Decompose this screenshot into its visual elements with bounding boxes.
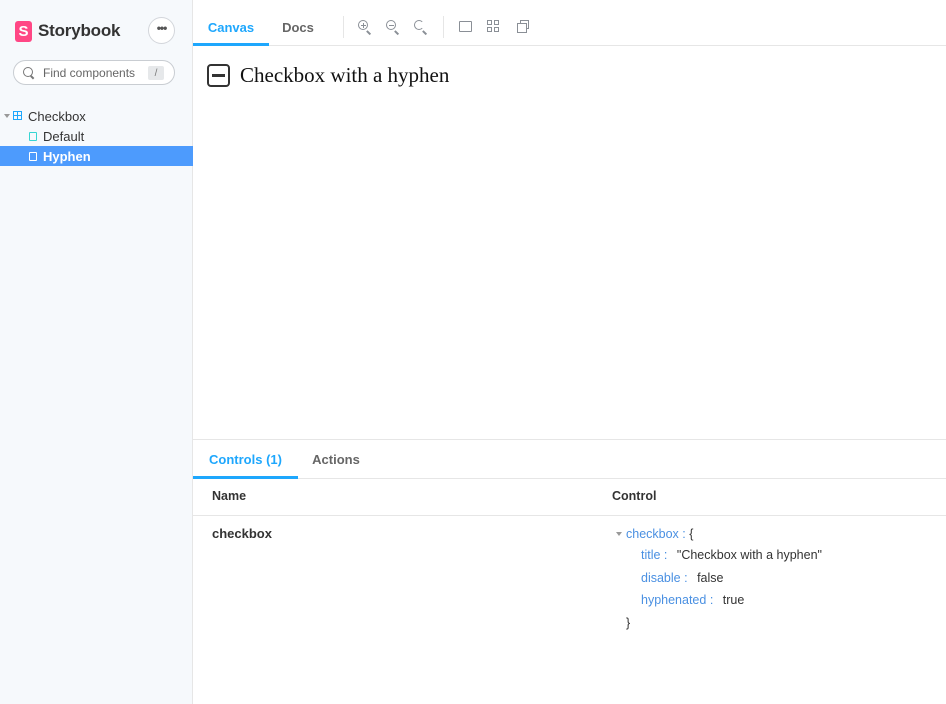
brand[interactable]: S Storybook [15, 20, 120, 42]
grid-icon[interactable] [486, 19, 502, 35]
tab-controls[interactable]: Controls (1) [193, 440, 298, 479]
tree-component-label: Checkbox [28, 109, 86, 124]
column-header-name: Name [212, 489, 247, 503]
outline-icon[interactable] [514, 19, 530, 35]
ellipsis-icon: ••• [156, 21, 168, 35]
component-icon [13, 111, 22, 120]
json-sep: : [678, 527, 686, 541]
toolbar-divider [343, 16, 344, 38]
json-value[interactable]: "Checkbox with a hyphen" [677, 548, 822, 562]
caret-down-icon[interactable] [616, 532, 622, 536]
tab-docs[interactable]: Docs [269, 9, 327, 46]
tree-story-default[interactable]: Default [0, 126, 193, 146]
json-key: checkbox [626, 527, 679, 541]
panel-tabs: Controls (1) Actions [193, 440, 946, 479]
tab-actions[interactable]: Actions [298, 440, 374, 479]
storybook-logo-icon: S [15, 20, 32, 42]
json-key: title [641, 548, 661, 562]
tree-story-hyphen[interactable]: Hyphen [0, 146, 193, 166]
json-sep: : [660, 548, 668, 562]
bookmark-icon [29, 132, 37, 141]
component-tree: Checkbox Default Hyphen [0, 106, 193, 166]
sidebar: S Storybook ••• / Checkbox Default Hyphe… [0, 0, 193, 704]
menu-button[interactable]: ••• [148, 17, 175, 44]
tab-canvas[interactable]: Canvas [193, 9, 269, 46]
toolbar-divider [443, 16, 444, 38]
json-field-hyphenated[interactable]: hyphenated : true [641, 593, 744, 607]
zoom-out-icon[interactable] [385, 19, 401, 35]
json-key: disable [641, 571, 681, 585]
tree-story-label: Default [43, 129, 85, 144]
json-field-disable[interactable]: disable : false [641, 571, 723, 585]
json-value[interactable]: true [723, 593, 745, 607]
json-sep: : [706, 593, 714, 607]
brand-name: Storybook [38, 21, 121, 40]
zoom-reset-icon[interactable] [413, 19, 429, 35]
tree-story-label: Hyphen [43, 149, 91, 164]
tree-component-checkbox[interactable]: Checkbox [0, 106, 193, 126]
json-close-brace: } [626, 616, 631, 630]
search-input[interactable] [43, 65, 143, 80]
json-sep: : [680, 571, 688, 585]
canvas-preview: Checkbox with a hyphen [193, 46, 946, 439]
checkbox-indeterminate[interactable] [207, 64, 230, 87]
column-header-control: Control [612, 489, 657, 503]
json-value[interactable]: false [697, 571, 723, 585]
header-divider [193, 515, 946, 516]
checkbox-label: Checkbox with a hyphen [240, 63, 450, 87]
search-icon [23, 66, 35, 79]
json-open-brace: { [689, 527, 694, 541]
search-shortcut-badge: / [148, 66, 164, 80]
bookmark-icon [29, 152, 37, 161]
json-key: hyphenated [641, 593, 707, 607]
caret-down-icon[interactable] [4, 114, 10, 118]
zoom-in-icon[interactable] [357, 19, 373, 35]
checkbox-component[interactable]: Checkbox with a hyphen [207, 63, 449, 88]
toolbar: Canvas Docs [193, 9, 946, 46]
json-field-title[interactable]: title : "Checkbox with a hyphen" [641, 548, 822, 562]
search-box[interactable]: / [13, 60, 175, 85]
addons-panel: Controls (1) Actions Name Control checkb… [193, 439, 946, 704]
prop-name-checkbox: checkbox [212, 526, 272, 541]
background-icon[interactable] [458, 19, 474, 35]
json-root-line[interactable]: checkbox : { [616, 527, 693, 541]
